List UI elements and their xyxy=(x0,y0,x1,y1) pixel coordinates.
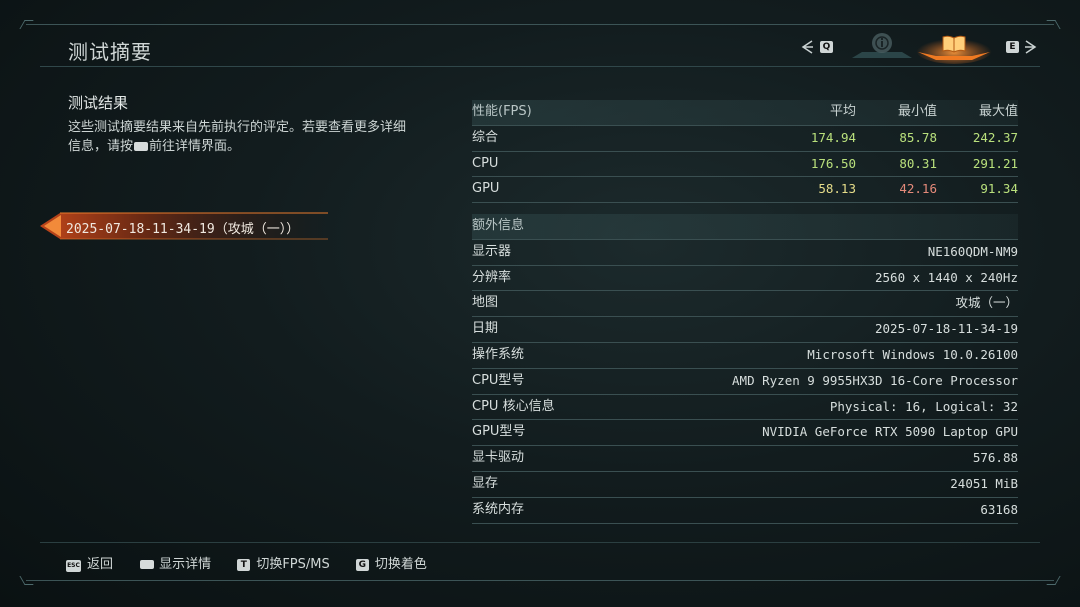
avg-value: 58.13 xyxy=(818,181,856,197)
page-title: 测试摘要 xyxy=(68,40,152,64)
row-label: 显示器 xyxy=(472,243,512,259)
back-hint[interactable]: ESC 返回 xyxy=(66,553,113,572)
row-value: 576.88 xyxy=(972,450,1018,466)
frame-corner xyxy=(1046,20,1061,29)
performance-table: 性能(FPS) 平均 最小值 最大值 综合 174.94 85.78 242.3… xyxy=(472,100,1018,204)
frame-corner xyxy=(1046,576,1061,585)
frame-corner xyxy=(19,576,34,585)
table-row: 操作系统 Microsoft Windows 10.0.26100 xyxy=(472,343,1018,369)
row-label: 操作系统 xyxy=(472,346,525,362)
row-label: CPU型号 xyxy=(472,372,525,388)
table-row: 系统内存 63168 xyxy=(472,498,1018,524)
run-label: 2025-07-18-11-34-19（攻城（一）） xyxy=(66,222,300,237)
book-icon xyxy=(942,35,966,53)
description-text-tail: 前往详情界面。 xyxy=(149,139,241,154)
table-row: CPU 核心信息 Physical: 16, Logical: 32 xyxy=(472,395,1018,421)
performance-header-label: 性能(FPS) xyxy=(472,104,532,119)
info-icon xyxy=(875,36,889,50)
toggle-color-label: 切换着色 xyxy=(374,557,427,572)
frame-bottom-border xyxy=(26,580,1054,581)
t-key-icon: T xyxy=(237,559,251,571)
g-key-icon: G xyxy=(355,559,369,571)
extra-info-header: 额外信息 xyxy=(472,214,1018,240)
show-details-hint[interactable]: 显示详情 xyxy=(139,553,211,572)
row-value: NE160QDM-NM9 xyxy=(927,243,1018,259)
row-value: 2025-07-18-11-34-19 xyxy=(875,321,1018,337)
tab-book[interactable] xyxy=(914,30,994,64)
table-row: 显示器 NE160QDM-NM9 xyxy=(472,240,1018,266)
row-label: 地图 xyxy=(472,295,499,311)
max-value: 291.21 xyxy=(972,155,1018,171)
row-value: 2560 x 1440 x 240Hz xyxy=(875,269,1018,285)
table-row: GPU 58.13 42.16 91.34 xyxy=(472,177,1018,204)
details-key-icon xyxy=(134,142,149,151)
avg-value: 174.94 xyxy=(810,129,856,145)
table-row: 综合 174.94 85.78 242.37 xyxy=(472,126,1018,152)
table-row: 分辨率 2560 x 1440 x 240Hz xyxy=(472,266,1018,292)
frame-top-border xyxy=(26,24,1054,25)
results-description: 这些测试摘要结果来自先前执行的评定。若要查看更多详细信息，请按 前往详情界面。 xyxy=(68,118,408,156)
back-label: 返回 xyxy=(87,557,114,572)
footer-hints: ESC 返回 显示详情 T 切换FPS/MS G 切换着色 xyxy=(66,553,449,572)
row-value: 24051 MiB xyxy=(950,475,1018,491)
table-row: GPU型号 NVIDIA GeForce RTX 5090 Laptop GPU xyxy=(472,420,1018,447)
min-value: 42.16 xyxy=(899,181,937,197)
table-row: 显存 24051 MiB xyxy=(472,472,1018,498)
row-label: 显存 xyxy=(472,475,499,491)
row-value: NVIDIA GeForce RTX 5090 Laptop GPU xyxy=(762,424,1018,440)
row-value: 63168 xyxy=(980,501,1018,517)
chevron-right-icon[interactable] xyxy=(1024,40,1038,54)
row-value: 攻城（一） xyxy=(955,295,1018,311)
table-row: CPU型号 AMD Ryzen 9 9955HX3D 16-Core Proces… xyxy=(472,369,1018,395)
avg-value: 176.50 xyxy=(810,155,856,171)
row-label: 日期 xyxy=(472,321,499,337)
row-label: 系统内存 xyxy=(472,501,525,517)
run-list-item[interactable]: 2025-07-18-11-34-19（攻城（一）） xyxy=(40,212,328,240)
max-value: 91.34 xyxy=(980,181,1018,197)
extra-info-table: 额外信息 显示器 NE160QDM-NM9 分辨率 2560 x 1440 x 24… xyxy=(472,214,1018,524)
toggle-fps-hint[interactable]: T 切换FPS/MS xyxy=(237,553,330,572)
chevron-left-icon[interactable] xyxy=(800,40,814,54)
footer-divider xyxy=(40,542,1040,543)
title-divider xyxy=(40,66,1040,67)
max-column-header: 最大值 xyxy=(978,104,1018,119)
table-row: 显卡驱动 576.88 xyxy=(472,446,1018,472)
row-label: CPU 核心信息 xyxy=(472,398,555,414)
toggle-fps-label: 切换FPS/MS xyxy=(256,557,330,572)
row-label: 分辨率 xyxy=(472,269,512,285)
tab-info[interactable] xyxy=(850,30,914,64)
row-label: 显卡驱动 xyxy=(472,450,525,466)
toggle-color-hint[interactable]: G 切换着色 xyxy=(355,553,427,572)
row-label: GPU型号 xyxy=(472,424,526,440)
prev-tab-key: Q xyxy=(820,41,833,53)
performance-header: 性能(FPS) 平均 最小值 最大值 xyxy=(472,100,1018,126)
max-value: 242.37 xyxy=(972,129,1018,145)
show-details-label: 显示详情 xyxy=(159,557,212,572)
row-label: CPU xyxy=(472,155,499,171)
extra-info-header-label: 额外信息 xyxy=(472,218,525,233)
table-row: 日期 2025-07-18-11-34-19 xyxy=(472,317,1018,343)
min-value: 80.31 xyxy=(899,155,937,171)
row-value: AMD Ryzen 9 9955HX3D 16-Core Processor xyxy=(732,372,1018,388)
avg-column-header: 平均 xyxy=(829,104,856,119)
row-value: Microsoft Windows 10.0.26100 xyxy=(807,346,1018,362)
results-heading: 测试结果 xyxy=(68,94,129,112)
tab-navigation: Q E xyxy=(800,30,1040,64)
row-label: GPU xyxy=(472,181,500,197)
min-column-header: 最小值 xyxy=(897,104,937,119)
table-row: 地图 攻城（一） xyxy=(472,291,1018,318)
row-value: Physical: 16, Logical: 32 xyxy=(829,398,1018,414)
row-label: 综合 xyxy=(472,129,499,145)
details-key-icon xyxy=(140,560,155,569)
next-tab-key: E xyxy=(1006,41,1019,53)
min-value: 85.78 xyxy=(899,129,937,145)
table-row: CPU 176.50 80.31 291.21 xyxy=(472,152,1018,178)
esc-key-icon: ESC xyxy=(66,560,81,572)
